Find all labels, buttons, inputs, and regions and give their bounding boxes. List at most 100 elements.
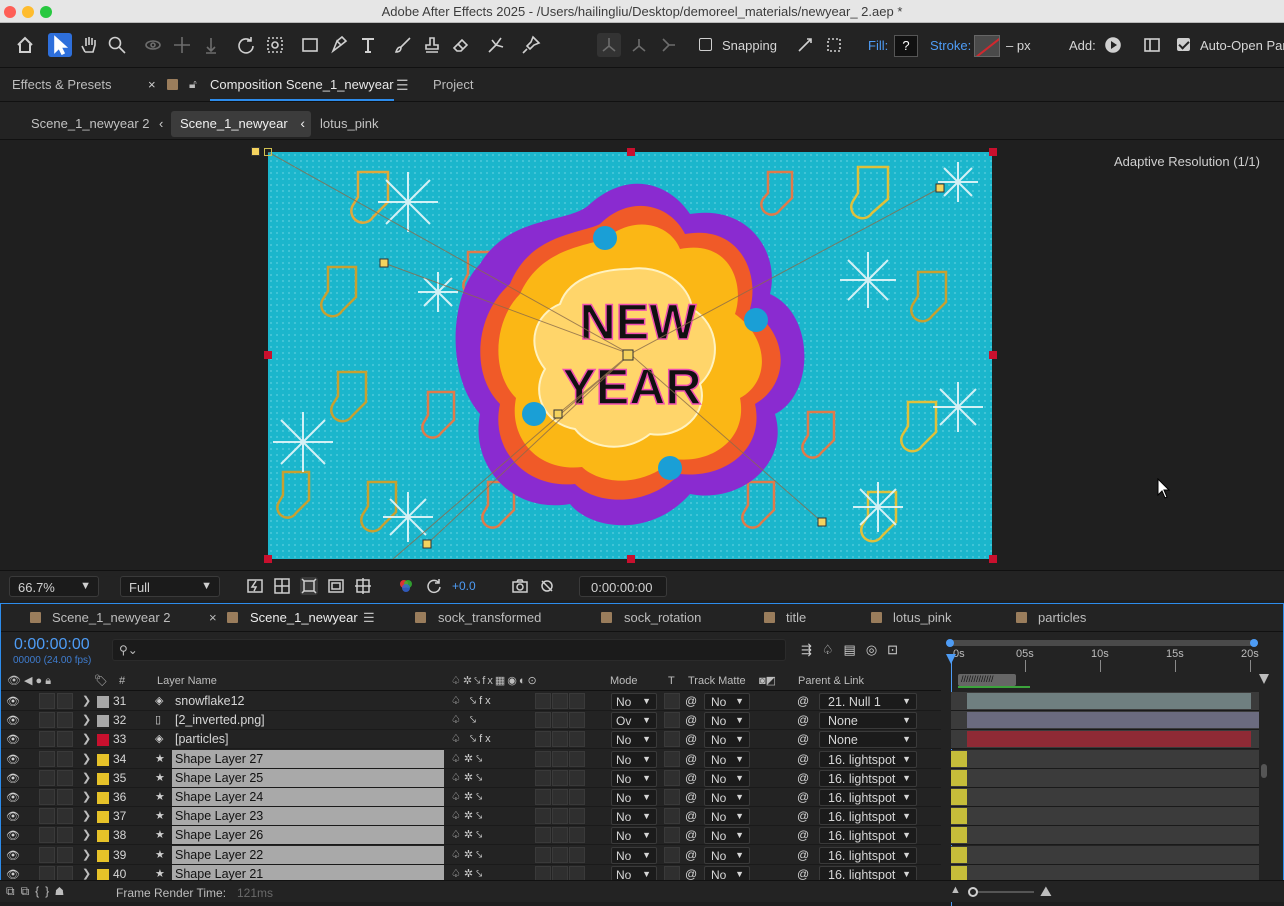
parent-pickwhip-icon[interactable]: @: [797, 790, 809, 804]
tab-timeline-comp[interactable]: title: [786, 610, 806, 625]
layer-mode-dropdown[interactable]: No ▼: [611, 751, 657, 768]
lock-switch[interactable]: [57, 712, 73, 728]
layer-label-color[interactable]: [97, 734, 109, 746]
layer-switch[interactable]: [552, 751, 568, 767]
solo-switch[interactable]: [39, 731, 55, 747]
layer-switches-icons[interactable]: ♤ ⤥fx: [451, 732, 494, 746]
tab-timeline-comp[interactable]: sock_transformed: [438, 610, 541, 625]
layer-row[interactable]: 👁︎ ❯ 33 ◈ [particles] ♤ ⤥fx No ▼ @ No ▼ @ None ▼: [1, 730, 941, 749]
chevron-right-icon[interactable]: ❯: [82, 809, 91, 822]
layer-label-color[interactable]: [97, 830, 109, 842]
visibility-eye-icon[interactable]: 👁︎: [6, 753, 20, 766]
parent-pickwhip-icon[interactable]: @: [797, 848, 809, 862]
anchor-handle[interactable]: [264, 148, 272, 156]
tab-timeline-comp[interactable]: particles: [1038, 610, 1086, 625]
track-matte-pickwhip-icon[interactable]: @: [685, 809, 697, 823]
parent-link-dropdown[interactable]: 16. lightspot ▼: [819, 789, 917, 806]
layer-switch[interactable]: [535, 847, 551, 863]
layer-mode-dropdown[interactable]: Ov ▼: [611, 712, 657, 729]
layer-switch[interactable]: [535, 770, 551, 786]
layer-label-color[interactable]: [97, 754, 109, 766]
layer-switch[interactable]: [535, 827, 551, 843]
layer-track[interactable]: [951, 711, 1259, 730]
preserve-transparency-switch[interactable]: [664, 808, 680, 824]
track-matte-dropdown[interactable]: No ▼: [704, 751, 750, 768]
mask-visibility-icon[interactable]: [300, 577, 318, 595]
tab-effects-presets[interactable]: Effects & Presets: [12, 77, 111, 92]
layer-switch[interactable]: [535, 731, 551, 747]
local-axis-mode-icon[interactable]: [597, 33, 621, 57]
layer-switch[interactable]: [535, 808, 551, 824]
parent-pickwhip-icon[interactable]: @: [797, 828, 809, 842]
parent-link-dropdown[interactable]: 21. Null 1 ▼: [819, 693, 917, 710]
layer-row[interactable]: 👁︎ ❯ 38 ★ Shape Layer 26 ♤✲⤥ No ▼ @ No ▼ @16. light…: [1, 826, 941, 845]
tab-timeline-comp[interactable]: Scene_1_newyear 2: [52, 610, 171, 625]
layer-switches-icons[interactable]: ♤✲⤥: [451, 828, 485, 842]
layer-switch[interactable]: [552, 712, 568, 728]
preserve-transparency-switch[interactable]: [664, 847, 680, 863]
tab-project[interactable]: Project: [433, 77, 473, 92]
selection-tool-icon[interactable]: [48, 33, 72, 57]
track-matte-pickwhip-icon[interactable]: @: [685, 828, 697, 842]
chevron-right-icon[interactable]: ❯: [82, 713, 91, 726]
layer-label-color[interactable]: [97, 696, 109, 708]
preserve-transparency-switch[interactable]: [664, 827, 680, 843]
layer-name[interactable]: [particles]: [172, 730, 444, 748]
work-area-bar[interactable]: [946, 639, 1258, 647]
layer-row[interactable]: 👁︎ ❯ 34 ★ Shape Layer 27 ♤✲⤥ No ▼ @ No ▼ @16. light…: [1, 750, 941, 769]
auto-open-panels-checkbox[interactable]: [1177, 38, 1190, 51]
layer-row[interactable]: 👁︎ ❯ 39 ★ Shape Layer 22 ♤✲⤥ No ▼ @ No ▼ @16. light…: [1, 846, 941, 865]
layer-name[interactable]: [2_inverted.png]: [172, 711, 444, 729]
world-axis-mode-icon[interactable]: [627, 33, 651, 57]
layer-track[interactable]: [951, 846, 1259, 865]
track-matte-pickwhip-icon[interactable]: @: [685, 752, 697, 766]
layer-switch[interactable]: [535, 789, 551, 805]
layer-duration-bar[interactable]: [951, 847, 967, 863]
layer-duration-bar[interactable]: [951, 751, 967, 767]
preserve-transparency-switch[interactable]: [664, 770, 680, 786]
visibility-eye-icon[interactable]: 👁︎: [6, 791, 20, 804]
tab-timeline-comp-active[interactable]: Scene_1_newyear: [250, 610, 358, 625]
preserve-transparency-switch[interactable]: [664, 789, 680, 805]
breadcrumb-item[interactable]: Scene_1_newyear 2: [22, 111, 159, 137]
track-matte-pickwhip-icon[interactable]: @: [685, 732, 697, 746]
layer-name[interactable]: Shape Layer 27: [172, 750, 444, 768]
roto-brush-tool-icon[interactable]: [484, 33, 508, 57]
fill-swatch[interactable]: ?: [894, 35, 918, 57]
layer-switch[interactable]: [552, 789, 568, 805]
layer-switches-icons[interactable]: ♤✲⤥: [451, 848, 485, 862]
parent-pickwhip-icon[interactable]: @: [797, 867, 809, 881]
layer-name[interactable]: snowflake12: [172, 692, 444, 710]
layer-mode-dropdown[interactable]: No ▼: [611, 731, 657, 748]
parent-pickwhip-icon[interactable]: @: [797, 752, 809, 766]
zoom-dropdown[interactable]: 66.7% ▼: [9, 576, 99, 597]
close-tab-icon[interactable]: ×: [209, 610, 217, 625]
reset-exposure-icon[interactable]: [425, 577, 443, 595]
layer-mode-dropdown[interactable]: No ▼: [611, 827, 657, 844]
orbit-camera-icon[interactable]: [141, 33, 165, 57]
layer-switches-icons[interactable]: ♤ ⤥fx: [451, 694, 494, 708]
visibility-eye-icon[interactable]: 👁︎: [6, 829, 20, 842]
track-matte-dropdown[interactable]: No ▼: [704, 808, 750, 825]
chevron-right-icon[interactable]: ❯: [82, 752, 91, 765]
layer-track[interactable]: [951, 730, 1259, 749]
lock-switch[interactable]: [57, 808, 73, 824]
parent-link-dropdown[interactable]: 16. lightspot ▼: [819, 751, 917, 768]
layer-label-color[interactable]: [97, 715, 109, 727]
lock-switch[interactable]: [57, 693, 73, 709]
solo-switch[interactable]: [39, 770, 55, 786]
current-time-field[interactable]: 0:00:00:00: [579, 576, 667, 597]
layer-switch[interactable]: [552, 693, 568, 709]
resolution-dropdown[interactable]: Full ▼: [120, 576, 220, 597]
tab-composition[interactable]: Composition Scene_1_newyear: [210, 77, 394, 101]
layer-switch[interactable]: [569, 770, 585, 786]
timeline-current-time[interactable]: 0:00:00:00: [14, 636, 90, 654]
pan-camera-icon[interactable]: [170, 33, 194, 57]
layer-switch[interactable]: [569, 847, 585, 863]
layer-switch[interactable]: [569, 751, 585, 767]
lock-switch[interactable]: [57, 789, 73, 805]
layer-name[interactable]: Shape Layer 26: [172, 826, 444, 844]
track-matte-pickwhip-icon[interactable]: @: [685, 790, 697, 804]
layer-track[interactable]: [951, 750, 1259, 769]
timeline-scrollbar[interactable]: [1261, 764, 1267, 778]
